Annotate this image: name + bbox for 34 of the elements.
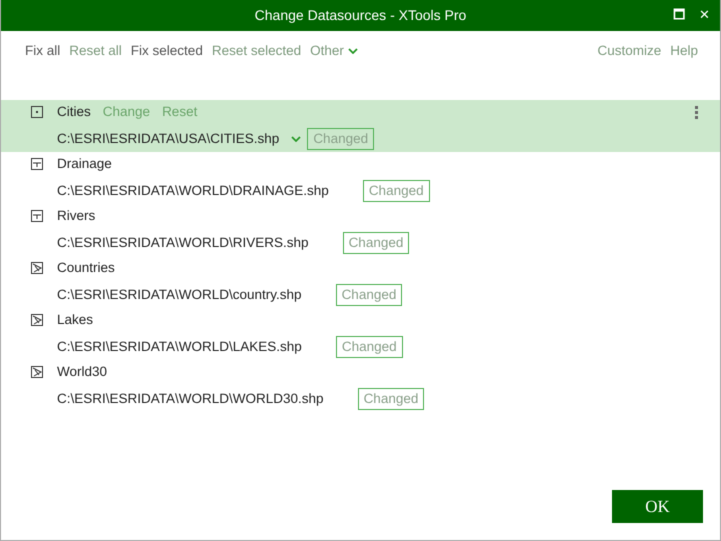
maximize-button[interactable]: 🗖	[673, 5, 685, 25]
layer-path: C:\ESRI\ESRIDATA\WORLD\RIVERS.shp	[57, 234, 309, 252]
chevron-down-icon	[348, 48, 358, 54]
layer-path: C:\ESRI\ESRIDATA\USA\CITIES.shp	[57, 130, 280, 148]
polygon-layer-icon	[31, 366, 43, 378]
ok-button[interactable]: OK	[612, 490, 703, 523]
polygon-layer-icon	[31, 262, 43, 274]
layer-name: World30	[57, 362, 108, 381]
more-icon[interactable]	[695, 106, 699, 120]
layer-path: C:\ESRI\ESRIDATA\WORLD\LAKES.shp	[57, 338, 302, 356]
line-layer-icon	[31, 210, 43, 222]
layer-path: C:\ESRI\ESRIDATA\WORLD\DRAINAGE.shp	[57, 182, 329, 200]
layer-name: Rivers	[57, 206, 96, 225]
layer-path: C:\ESRI\ESRIDATA\WORLD\country.shp	[57, 286, 302, 304]
point-layer-icon	[31, 106, 43, 118]
chevron-down-icon	[291, 136, 302, 142]
close-button[interactable]: ✕	[699, 5, 710, 25]
layer-path: C:\ESRI\ESRIDATA\WORLD\WORLD30.shp	[57, 390, 324, 408]
window-title: Change Datasources - XTools Pro	[254, 6, 466, 25]
status-badge: Changed	[362, 180, 430, 202]
status-badge: Changed	[336, 336, 403, 358]
layer-name: Countries	[57, 258, 115, 277]
toolbar-link[interactable]: Fix selected	[130, 40, 203, 62]
layer-name: Cities	[57, 102, 91, 121]
status-badge: Changed	[307, 128, 374, 150]
layer-name: Drainage	[57, 154, 112, 173]
toolbar-link[interactable]: Fix all	[25, 40, 60, 62]
status-badge: Changed	[336, 284, 402, 306]
polygon-layer-icon	[31, 314, 43, 326]
layer-row[interactable]: Cities Change Reset C:\ESRI\ESRIDATA\USA\CITIES.shp Changed	[1, 100, 720, 152]
layer-name: Lakes	[57, 310, 94, 329]
status-badge: Changed	[342, 232, 410, 254]
line-layer-icon	[31, 158, 43, 170]
status-badge: Changed	[358, 388, 424, 410]
